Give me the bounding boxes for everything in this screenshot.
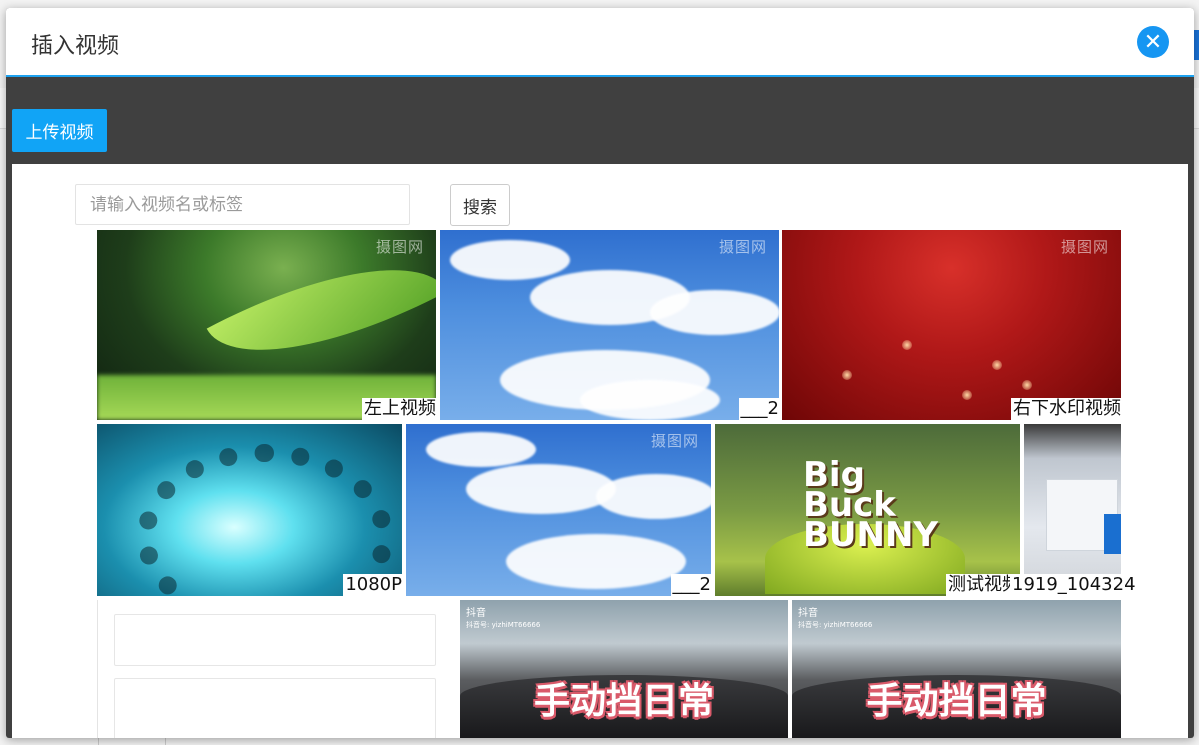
thumbnail-image <box>962 390 972 400</box>
video-title: ___2 <box>738 398 779 420</box>
video-thumbnail[interactable]: 1080P <box>97 424 402 596</box>
video-thumbnail[interactable]: 抖音 抖音号: yizhiMT66666 手动挡日常 <box>792 600 1121 738</box>
video-thumbnail[interactable]: 摄图网 右下水印视频 <box>782 230 1121 420</box>
watermark: 摄图网 <box>1060 238 1109 256</box>
watermark: 摄图网 <box>375 238 424 256</box>
video-title: 测试视频 <box>946 574 1020 596</box>
thumbnail-image <box>580 380 720 420</box>
insert-video-dialog: 插入视频 ✕ 上传视频 搜索 摄图网 左上视频 摄图网 ___2 <box>6 8 1194 738</box>
thumbnail-image <box>426 432 536 467</box>
search-input[interactable] <box>75 184 410 225</box>
video-overlay-text: 手动挡日常 <box>533 681 714 722</box>
video-overlay-text: 手动挡日常 <box>866 681 1047 722</box>
video-thumbnail[interactable]: 摄图网 ___2 <box>406 424 711 596</box>
thumbnail-image <box>1022 380 1032 390</box>
dialog-title: 插入视频 <box>31 34 120 59</box>
douyin-logo: 抖音 <box>466 608 486 619</box>
video-title: 1080P <box>343 574 402 596</box>
video-library-panel: 搜索 摄图网 左上视频 摄图网 ___2 摄图网 右下水印视频 <box>12 164 1188 738</box>
close-icon[interactable]: ✕ <box>1137 26 1169 58</box>
video-thumbnail[interactable] <box>97 600 456 738</box>
thumbnail-image <box>114 614 436 666</box>
thumbnail-image <box>596 474 711 519</box>
video-title: ___2 <box>670 574 711 596</box>
video-thumbnail[interactable] <box>1024 424 1121 596</box>
watermark: 摄图网 <box>650 432 699 450</box>
thumbnail-image <box>992 360 1002 370</box>
video-title: 左上视频 <box>362 398 436 420</box>
thumbnail-image <box>842 370 852 380</box>
thumbnail-image <box>114 678 436 738</box>
account-id: 抖音号: yizhiMT66666 <box>466 621 541 629</box>
video-thumbnail[interactable]: 摄图网 左上视频 <box>97 230 436 420</box>
thumbnail-image <box>466 464 616 514</box>
upload-video-button[interactable]: 上传视频 <box>12 109 107 152</box>
search-button[interactable]: 搜索 <box>450 184 510 226</box>
thumbnail-image <box>506 534 686 589</box>
video-title: 右下水印视频 <box>1011 398 1121 420</box>
thumbnail-image <box>902 340 912 350</box>
thumbnail-image <box>1104 514 1121 554</box>
dialog-header: 插入视频 ✕ <box>6 8 1194 77</box>
video-thumbnail[interactable]: 抖音 抖音号: yizhiMT66666 手动挡日常 <box>460 600 788 738</box>
video-thumbnail[interactable]: 摄图网 ___2 <box>440 230 779 420</box>
thumbnail-image <box>650 290 779 335</box>
douyin-logo: 抖音 <box>798 608 818 619</box>
video-thumbnail[interactable]: Big Buck BUNNY 测试视频 <box>715 424 1020 596</box>
thumbnail-image <box>450 240 570 280</box>
video-title: 1919_104324 <box>1010 574 1136 596</box>
account-id: 抖音号: yizhiMT66666 <box>798 621 873 629</box>
video-overlay-text: Big Buck BUNNY <box>803 455 939 555</box>
watermark: 摄图网 <box>718 238 767 256</box>
